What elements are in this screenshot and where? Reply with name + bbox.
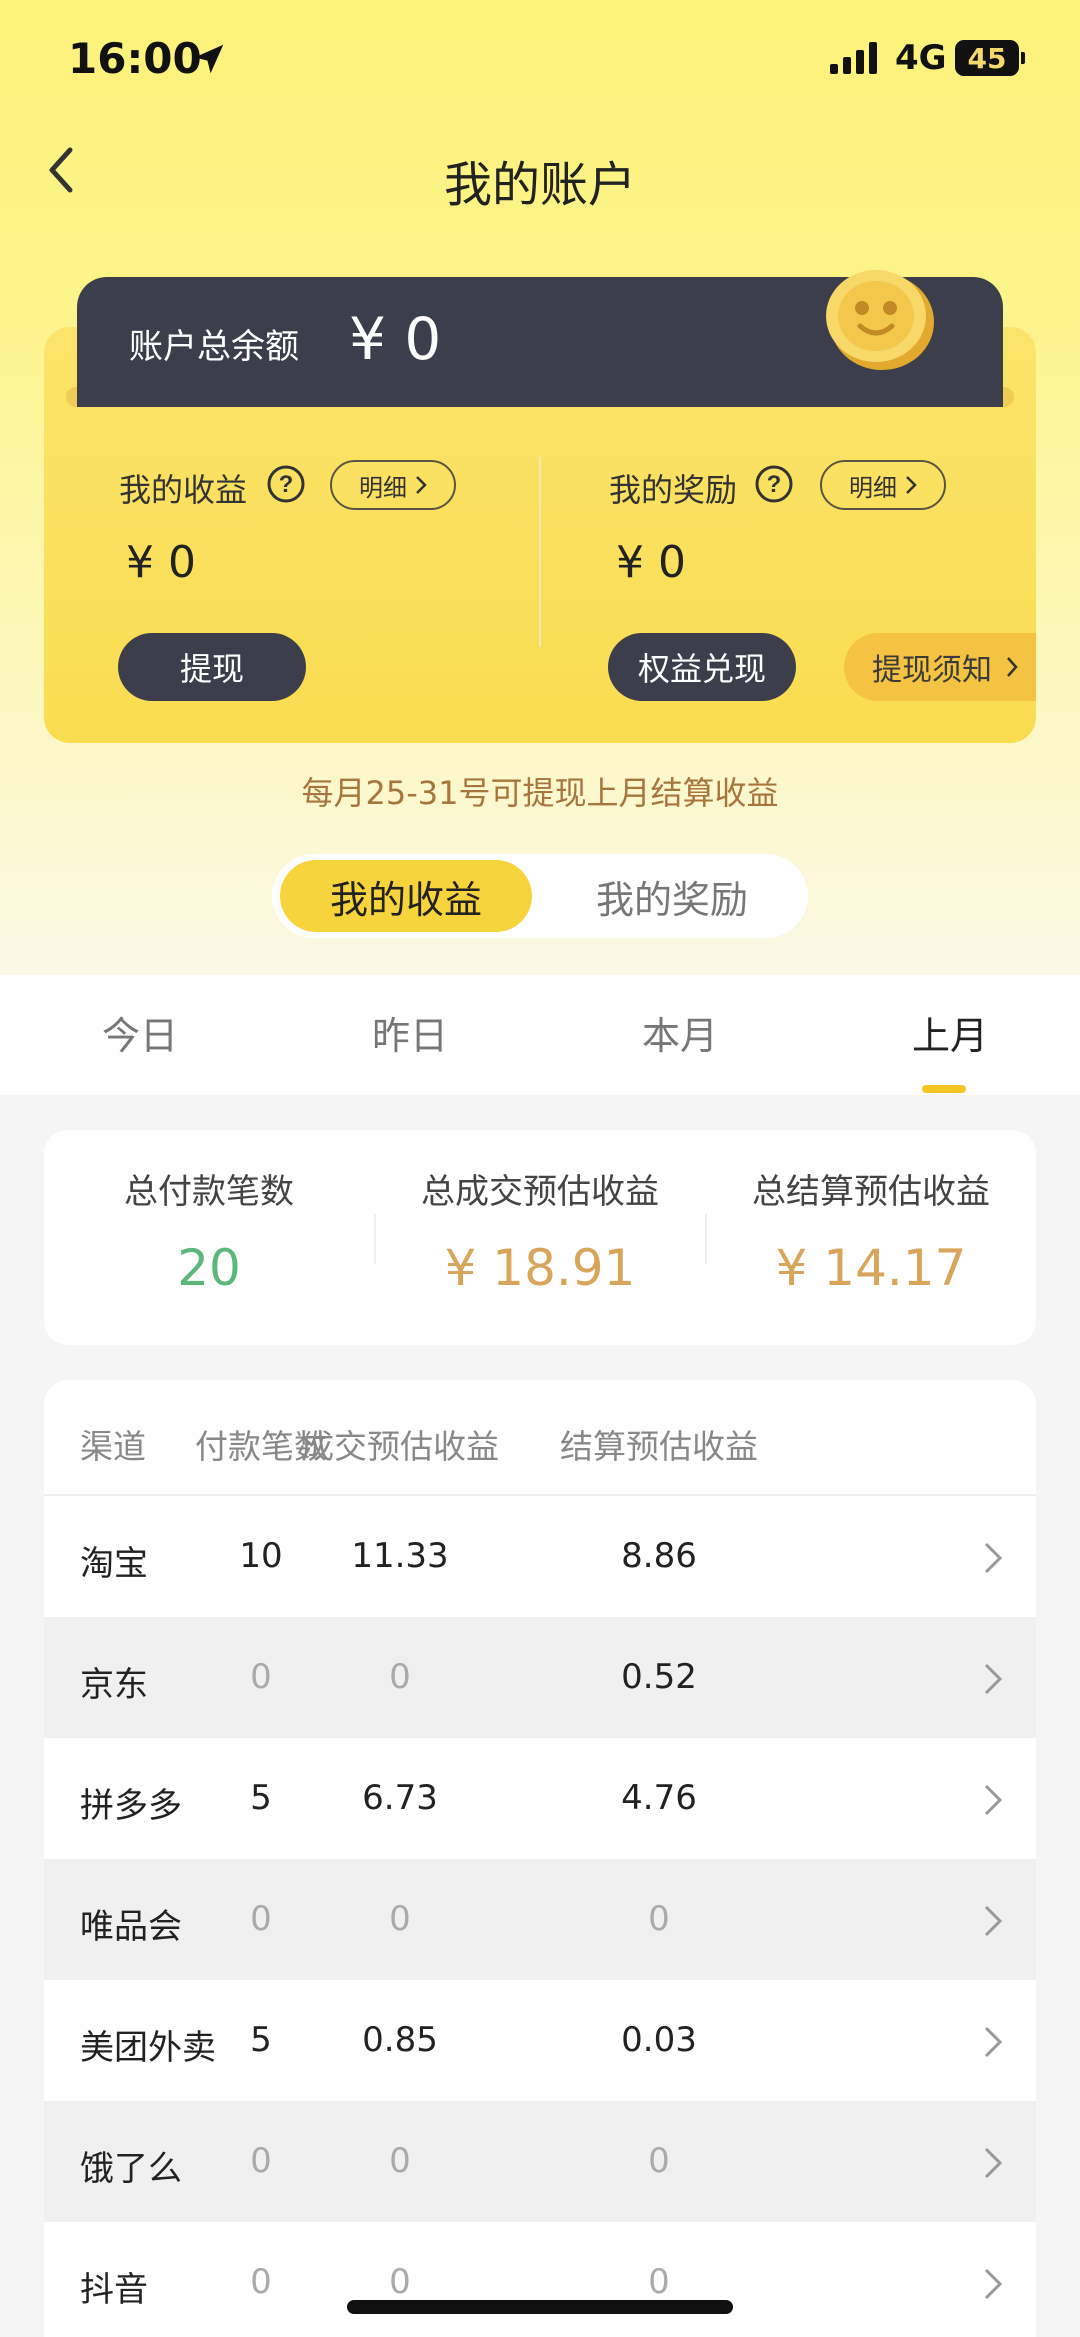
deal-earnings: 6.73 (362, 1778, 438, 1818)
redeem-button[interactable]: 权益兑现 (608, 633, 796, 701)
deal-earnings: 0 (389, 1657, 411, 1697)
chevron-right-icon (1007, 657, 1018, 677)
deal-earnings: 0.85 (362, 2020, 438, 2060)
rewards-value: ¥ 0 (616, 537, 686, 588)
channel-name: 京东 (80, 1665, 148, 1705)
withdraw-notice-button[interactable]: 提现须知 (844, 633, 1036, 701)
status-bar: 16:00 4G 45 (0, 0, 1080, 120)
settle-earnings: 0.03 (621, 2020, 697, 2060)
chevron-right-icon (984, 1542, 1003, 1574)
balance-label: 账户总余额 (129, 327, 299, 367)
svg-text:?: ? (767, 471, 782, 498)
table-row[interactable]: 京东 0 0 0.52 (44, 1617, 1036, 1738)
chevron-right-icon (984, 2026, 1003, 2058)
card-divider (539, 457, 541, 647)
balance-value: ¥ 0 (349, 305, 442, 373)
settle-earnings: 8.86 (621, 1536, 697, 1576)
table-header: 渠道 付款笔数 成交预估收益 结算预估收益 (44, 1380, 1036, 1496)
tab-last-month[interactable]: 上月 (860, 1005, 1040, 1060)
settle-earnings: 0.52 (621, 1657, 697, 1697)
summary-card: 总付款笔数 20 总成交预估收益 ¥ 18.91 总结算预估收益 ¥ 14.17 (44, 1130, 1036, 1345)
rewards-title: 我的奖励 (609, 471, 738, 509)
summary-total-payments: 总付款笔数 20 (44, 1164, 374, 1297)
tab-yesterday[interactable]: 昨日 (320, 1005, 500, 1060)
channel-name: 淘宝 (80, 1544, 148, 1584)
tab-today[interactable]: 今日 (50, 1005, 230, 1060)
summary-total-deal-earnings: 总成交预估收益 ¥ 18.91 (375, 1164, 705, 1297)
location-arrow-icon (194, 44, 224, 74)
status-time: 16:00 (68, 34, 202, 83)
segment-control: 我的收益 我的奖励 (272, 854, 808, 938)
deal-earnings: 0 (389, 1899, 411, 1939)
table-row[interactable]: 抖音 0 0 0 (44, 2222, 1036, 2337)
rewards-detail-label: 明细 (849, 473, 897, 502)
chevron-right-icon (984, 1663, 1003, 1695)
tab-this-month[interactable]: 本月 (590, 1005, 770, 1060)
earnings-title: 我的收益 (119, 471, 248, 509)
period-tabs: 今日 昨日 本月 上月 (0, 975, 1080, 1095)
channel-name: 唯品会 (80, 1907, 182, 1947)
battery-level: 45 (967, 42, 1007, 75)
withdraw-tip: 每月25-31号可提现上月结算收益 (301, 774, 779, 812)
earnings-detail-label: 明细 (359, 473, 407, 502)
summary-total-settle-earnings: 总结算预估收益 ¥ 14.17 (706, 1164, 1036, 1297)
page-title: 我的账户 (443, 157, 636, 213)
channel-name: 抖音 (80, 2270, 148, 2310)
chevron-right-icon (906, 476, 917, 494)
summary-value: 20 (177, 1239, 241, 1297)
earnings-detail-button[interactable]: 明细 (330, 460, 456, 510)
earnings-help-icon[interactable]: ? (266, 464, 306, 504)
chevron-right-icon (984, 2147, 1003, 2179)
rewards-detail-button[interactable]: 明细 (820, 460, 946, 510)
column-header-channel: 渠道 (80, 1427, 146, 1466)
table-row[interactable]: 淘宝 10 11.33 8.86 (44, 1496, 1036, 1617)
table-row[interactable]: 拼多多 5 6.73 4.76 (44, 1738, 1036, 1859)
table-row[interactable]: 饿了么 0 0 0 (44, 2101, 1036, 2222)
chevron-right-icon (984, 2268, 1003, 2300)
settle-earnings: 0 (648, 2262, 670, 2302)
deal-earnings: 0 (389, 2141, 411, 2181)
deal-earnings: 11.33 (351, 1536, 449, 1576)
summary-value: ¥ 14.17 (775, 1239, 967, 1297)
column-header-settle: 结算预估收益 (560, 1427, 758, 1466)
chevron-right-icon (984, 1905, 1003, 1937)
channel-name: 拼多多 (80, 1786, 182, 1826)
settle-earnings: 4.76 (621, 1778, 697, 1818)
settle-earnings: 0 (648, 1899, 670, 1939)
signal-icon (830, 42, 877, 74)
summary-label: 总付款笔数 (124, 1172, 294, 1212)
table-row[interactable]: 美团外卖 5 0.85 0.03 (44, 1980, 1036, 2101)
withdraw-button[interactable]: 提现 (118, 633, 306, 701)
rewards-help-icon[interactable]: ? (754, 464, 794, 504)
network-type: 4G (895, 38, 947, 78)
battery-icon: 45 (955, 40, 1025, 76)
home-indicator (347, 2300, 733, 2314)
column-header-deal: 成交预估收益 (301, 1427, 499, 1466)
withdraw-notice-label: 提现须知 (872, 653, 992, 688)
settle-earnings: 0 (648, 2141, 670, 2181)
deal-earnings: 0 (389, 2262, 411, 2302)
chevron-right-icon (984, 1784, 1003, 1816)
segment-my-rewards[interactable]: 我的奖励 (544, 860, 800, 932)
tab-active-indicator (922, 1085, 966, 1093)
summary-label: 总成交预估收益 (421, 1172, 659, 1212)
summary-label: 总结算预估收益 (752, 1172, 990, 1212)
summary-value: ¥ 18.91 (444, 1239, 636, 1297)
channel-name: 饿了么 (80, 2149, 182, 2189)
chevron-right-icon (416, 476, 427, 494)
table-row[interactable]: 唯品会 0 0 0 (44, 1859, 1036, 1980)
segment-my-earnings[interactable]: 我的收益 (280, 860, 532, 932)
coin-icon (826, 270, 934, 370)
earnings-value: ¥ 0 (126, 537, 196, 588)
channel-table: 渠道 付款笔数 成交预估收益 结算预估收益 淘宝 10 11.33 8.86 京东 0 0 0… (44, 1380, 1036, 2337)
svg-text:?: ? (279, 471, 294, 498)
